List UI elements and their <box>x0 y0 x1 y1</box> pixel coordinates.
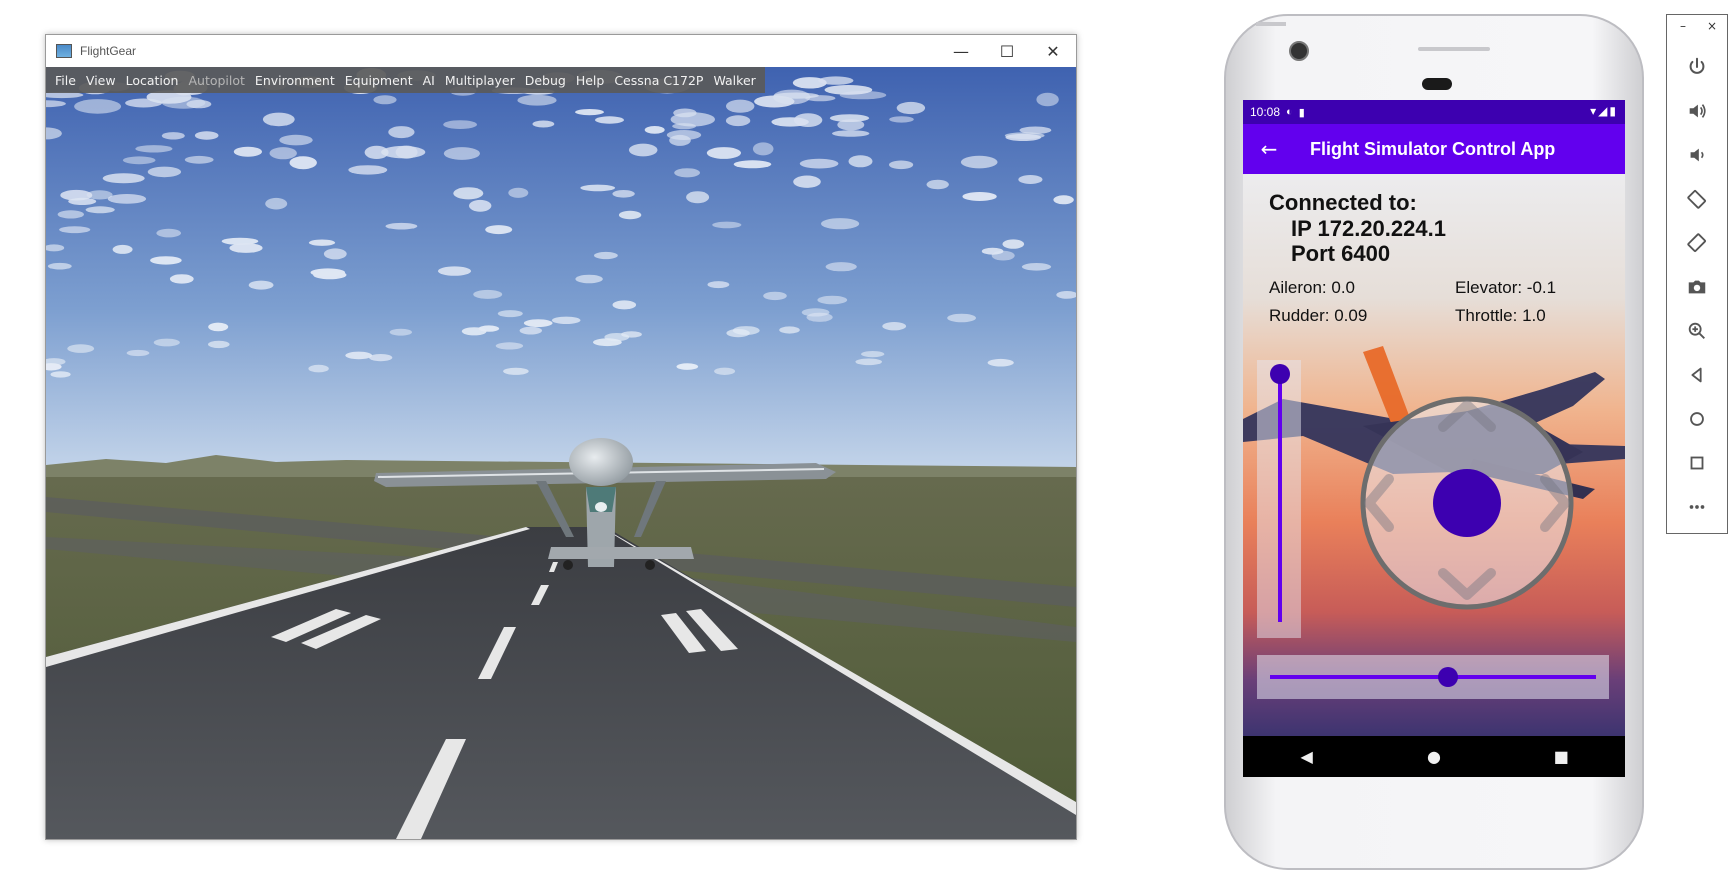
joystick-knob <box>1433 469 1501 537</box>
aileron-value: Aileron: 0.0 <box>1269 278 1355 297</box>
status-time: 10:08 <box>1250 105 1281 119</box>
app-bar: ← Flight Simulator Control App <box>1243 124 1625 174</box>
connection-ip: IP 172.20.224.1 <box>1291 216 1446 241</box>
rotate-right-icon[interactable] <box>1667 225 1727 261</box>
menu-autopilot[interactable]: Autopilot <box>183 73 249 88</box>
menu-help[interactable]: Help <box>571 73 610 88</box>
nav-home-icon[interactable]: ● <box>1404 747 1464 766</box>
rotate-left-icon[interactable] <box>1667 181 1727 217</box>
rudder-slider-track <box>1270 675 1596 679</box>
arrow-back-icon[interactable]: ← <box>1243 137 1295 161</box>
emulator-minimize-button[interactable]: – <box>1680 19 1686 33</box>
window-title: FlightGear <box>80 44 137 58</box>
menu-cessna-c172p[interactable]: Cessna C172P <box>609 73 708 88</box>
title-bar: FlightGear — ☐ ✕ <box>46 35 1076 67</box>
connection-port: Port 6400 <box>1291 241 1391 266</box>
throttle-slider-thumb[interactable] <box>1270 364 1290 384</box>
rudder-slider-thumb[interactable] <box>1437 667 1458 687</box>
more-icon[interactable] <box>1667 489 1727 525</box>
throttle-slider[interactable] <box>1257 360 1301 638</box>
phone-speaker <box>1422 78 1452 90</box>
menu-ai[interactable]: AI <box>418 73 440 88</box>
flightgear-app-icon <box>56 44 72 58</box>
maximize-button[interactable]: ☐ <box>984 35 1030 67</box>
wifi-icon: ▾ <box>1590 104 1599 118</box>
menu-debug[interactable]: Debug <box>520 73 571 88</box>
nav-recents-icon[interactable]: ■ <box>1531 747 1591 766</box>
app-title: Flight Simulator Control App <box>1310 138 1556 159</box>
volume-up-icon[interactable] <box>1667 93 1727 129</box>
app-content: Connected to: IP 172.20.224.1 Port 6400 … <box>1243 174 1625 736</box>
menu-environment[interactable]: Environment <box>250 73 340 88</box>
status-right-icons: ▾◢▮ <box>1590 104 1618 118</box>
minimize-button[interactable]: — <box>938 35 984 67</box>
sd-card-icon: ▮ <box>1298 106 1305 119</box>
menu-file[interactable]: File <box>50 73 81 88</box>
menu-multiplayer[interactable]: Multiplayer <box>440 73 520 88</box>
zoom-icon[interactable] <box>1667 313 1727 349</box>
elevator-value: Elevator: -0.1 <box>1455 278 1557 297</box>
cockpit-view-scene <box>46 67 1076 839</box>
throttle-value: Throttle: 1.0 <box>1455 306 1546 325</box>
home-icon[interactable] <box>1667 401 1727 437</box>
close-button[interactable]: ✕ <box>1030 35 1076 67</box>
emulator-close-button[interactable]: × <box>1707 19 1717 33</box>
back-icon[interactable] <box>1667 357 1727 393</box>
rudder-slider[interactable] <box>1257 655 1609 699</box>
phone-edge-detail <box>1256 22 1286 26</box>
nav-back-icon[interactable]: ◀ <box>1277 747 1337 766</box>
android-emulator-phone: 10:08 ◐ ▮ ▾◢▮ ← Flight Simulator Control… <box>1224 14 1644 870</box>
menu-walker[interactable]: Walker <box>708 73 760 88</box>
overview-icon[interactable] <box>1667 445 1727 481</box>
menu-location[interactable]: Location <box>121 73 184 88</box>
android-nav-bar: ◀ ● ■ <box>1243 736 1625 777</box>
connection-heading: Connected to: <box>1269 190 1417 215</box>
menu-equipment[interactable]: Equipment <box>340 73 418 88</box>
joystick[interactable] <box>1355 391 1579 615</box>
phone-earpiece <box>1418 47 1490 51</box>
flightgear-menu-bar: File View Location Autopilot Environment Equi… <box>46 67 765 93</box>
front-camera-icon <box>1289 41 1309 61</box>
camera-icon[interactable] <box>1667 269 1727 305</box>
simulator-viewport[interactable]: File View Location Autopilot Environment Equi… <box>46 67 1076 839</box>
phone-screen: 10:08 ◐ ▮ ▾◢▮ ← Flight Simulator Control… <box>1243 100 1625 777</box>
power-icon[interactable] <box>1667 49 1727 85</box>
emulator-toolbar: – × <box>1666 14 1728 534</box>
signal-icon: ◢ <box>1598 104 1610 118</box>
menu-view[interactable]: View <box>81 73 121 88</box>
rudder-value: Rudder: 0.09 <box>1269 306 1368 325</box>
sync-status-icon: ◐ <box>1286 106 1293 118</box>
status-bar: 10:08 ◐ ▮ ▾◢▮ <box>1243 100 1625 124</box>
volume-down-icon[interactable] <box>1667 137 1727 173</box>
battery-icon: ▮ <box>1609 104 1618 118</box>
throttle-slider-track <box>1278 374 1282 622</box>
flightgear-window: FlightGear — ☐ ✕ File View Location Auto… <box>45 34 1077 840</box>
